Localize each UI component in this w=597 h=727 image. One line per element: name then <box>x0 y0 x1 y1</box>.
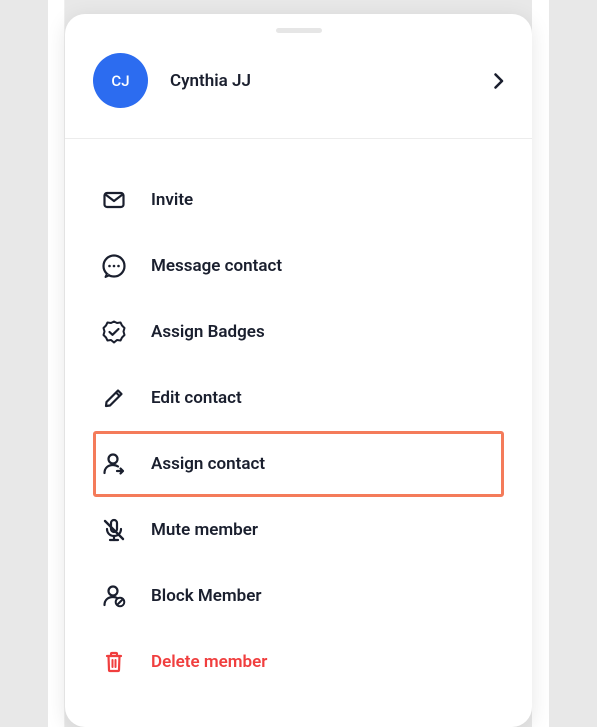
envelope-icon <box>101 187 127 213</box>
menu-item-block[interactable]: Block Member <box>93 563 504 629</box>
menu-item-edit[interactable]: Edit contact <box>93 365 504 431</box>
backdrop-left <box>48 0 65 727</box>
menu-item-mute[interactable]: Mute member <box>93 497 504 563</box>
avatar: CJ <box>93 53 148 108</box>
person-block-icon <box>101 583 127 609</box>
profile-name: Cynthia JJ <box>170 71 494 91</box>
member-actions-modal: CJ Cynthia JJ Invite <box>65 14 532 727</box>
chat-icon <box>101 253 127 279</box>
menu-label: Message contact <box>151 256 282 276</box>
profile-header[interactable]: CJ Cynthia JJ <box>65 33 532 139</box>
backdrop-right <box>532 0 549 727</box>
menu-label: Assign Badges <box>151 322 265 342</box>
menu-label: Mute member <box>151 520 258 540</box>
menu-label: Edit contact <box>151 388 242 408</box>
menu-item-message[interactable]: Message contact <box>93 233 504 299</box>
menu-item-invite[interactable]: Invite <box>93 167 504 233</box>
badge-icon <box>101 319 127 345</box>
menu-label: Invite <box>151 190 193 210</box>
trash-icon <box>101 649 127 675</box>
menu-item-delete[interactable]: Delete member <box>93 629 504 695</box>
pencil-icon <box>101 385 127 411</box>
menu-label: Assign contact <box>151 454 265 474</box>
menu-item-assign[interactable]: Assign contact <box>93 431 504 497</box>
menu-item-badges[interactable]: Assign Badges <box>93 299 504 365</box>
menu-label: Block Member <box>151 586 262 606</box>
menu-label: Delete member <box>151 652 267 672</box>
menu-list: Invite Message contact As <box>65 139 532 695</box>
person-arrow-icon <box>101 451 127 477</box>
chevron-right-icon <box>494 73 504 89</box>
avatar-initials: CJ <box>111 72 129 90</box>
mic-off-icon <box>101 517 127 543</box>
